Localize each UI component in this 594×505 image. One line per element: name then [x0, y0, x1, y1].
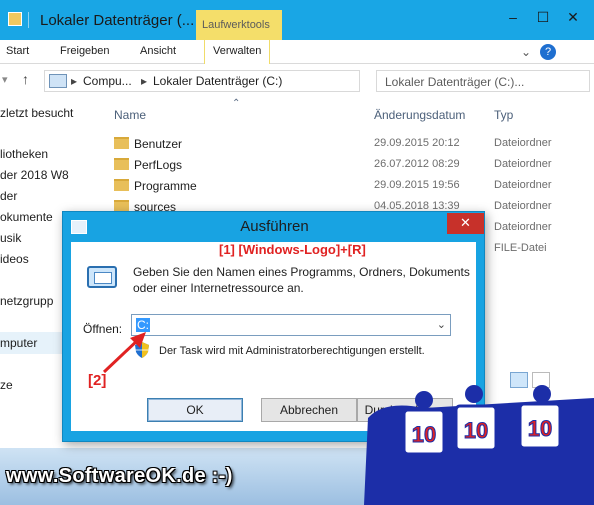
tab-share[interactable]: Freigeben: [60, 45, 110, 57]
chevron-down-icon[interactable]: ⌄: [437, 318, 446, 331]
folder-icon: [114, 158, 129, 170]
folder-icon: [8, 12, 22, 26]
search-placeholder: Lokaler Datenträger (C:)...: [385, 75, 525, 89]
file-date: 29.09.2015 20:12: [374, 137, 460, 149]
nav-item-network[interactable]: ze: [0, 378, 13, 392]
nav-item-pictures[interactable]: der: [0, 189, 17, 203]
ok-button[interactable]: OK: [147, 398, 243, 422]
explorer-titlebar: Lokaler Datenträger (... Laufwerktools ‒…: [0, 0, 594, 40]
column-header-type[interactable]: Typ: [494, 108, 513, 122]
file-type: Dateiordner: [494, 200, 552, 212]
file-name: Programme: [134, 179, 197, 193]
contextual-tab-drive-tools[interactable]: Laufwerktools: [196, 10, 282, 40]
computer-icon: [49, 74, 67, 88]
folder-icon: [114, 137, 129, 149]
mascot-number: 10: [412, 422, 436, 447]
help-icon[interactable]: ?: [540, 44, 556, 60]
file-name: Benutzer: [134, 137, 183, 151]
nav-item-music[interactable]: usik: [0, 231, 21, 245]
file-type: FILE-Datei: [494, 242, 547, 254]
search-input[interactable]: Lokaler Datenträger (C:)...: [376, 70, 590, 92]
watermark: www.SoftwareOK.de :-): [6, 465, 233, 487]
nav-item-computer[interactable]: mputer: [0, 336, 37, 350]
file-name: PerfLogs: [134, 158, 183, 172]
breadcrumb-separator: ▸: [141, 74, 148, 88]
column-header-date[interactable]: Änderungsdatum: [374, 108, 465, 122]
nav-item-folder[interactable]: der 2018 W8: [0, 168, 69, 182]
list-item[interactable]: Programme 29.09.2015 19:56 Dateiordner: [100, 176, 594, 197]
tab-start[interactable]: Start: [6, 45, 29, 57]
address-bar: ▾ ↑ ▸ Compu... ▸ Lokaler Datenträger (C:…: [0, 64, 594, 98]
dropdown-arrow-icon[interactable]: ▾: [2, 73, 8, 86]
close-icon[interactable]: ✕: [560, 6, 586, 28]
annotation-arrow-icon: [102, 332, 146, 374]
list-item[interactable]: Benutzer 29.09.2015 20:12 Dateiordner: [100, 134, 594, 155]
address-box[interactable]: ▸ Compu... ▸ Lokaler Datenträger (C:): [44, 70, 360, 92]
folder-icon: [114, 179, 129, 191]
minimize-button[interactable]: ‒: [500, 6, 526, 28]
mascot-number: 10: [464, 418, 488, 443]
close-icon[interactable]: ✕: [447, 213, 484, 234]
file-type: Dateiordner: [494, 137, 552, 149]
contextual-tab-label: Laufwerktools: [202, 19, 270, 31]
file-type: Dateiordner: [494, 179, 552, 191]
breadcrumb-computer[interactable]: Compu...: [83, 74, 132, 88]
file-type: Dateiordner: [494, 158, 552, 170]
nav-item-homegroup[interactable]: netzgrupp: [0, 294, 53, 308]
admin-note: Der Task wird mit Administratorberechtig…: [159, 345, 425, 357]
nav-item-videos[interactable]: ideos: [0, 252, 29, 266]
tab-manage[interactable]: Verwalten: [204, 40, 271, 64]
breadcrumb-separator: ▸: [71, 74, 78, 88]
run-icon: [87, 266, 117, 288]
window-title: Lokaler Datenträger (...: [40, 12, 195, 29]
breadcrumb-drive[interactable]: Lokaler Datenträger (C:): [153, 74, 282, 88]
run-dialog-title: Ausführen: [240, 218, 309, 235]
file-date: 29.09.2015 19:56: [374, 179, 460, 191]
file-date: 26.07.2012 08:29: [374, 158, 460, 170]
nav-item-documents[interactable]: okumente: [0, 210, 53, 224]
nav-item-recent[interactable]: zletzt besucht: [0, 106, 73, 120]
column-header-name[interactable]: Name: [114, 108, 146, 122]
tab-view[interactable]: Ansicht: [140, 45, 176, 57]
titlebar-separator: [28, 12, 29, 28]
list-item[interactable]: PerfLogs 26.07.2012 08:29 Dateiordner: [100, 155, 594, 176]
mascot-number: 10: [528, 416, 552, 441]
ribbon-tabs: Start Freigeben Ansicht Verwalten ⌄ ?: [0, 40, 594, 64]
sort-arrow-icon: ⌃: [232, 98, 241, 109]
open-combobox[interactable]: C: ⌄: [131, 314, 451, 336]
annotation-step-2: [2]: [88, 372, 107, 389]
maximize-button[interactable]: ☐: [530, 6, 556, 28]
file-type: Dateiordner: [494, 221, 552, 233]
nav-item-libraries[interactable]: liotheken: [0, 147, 48, 161]
chevron-down-icon[interactable]: ⌄: [518, 44, 534, 60]
annotation-step-1: [1] [Windows-Logo]+[R]: [219, 242, 366, 257]
up-arrow-icon[interactable]: ↑: [22, 71, 29, 87]
run-description: Geben Sie den Namen eines Programms, Ord…: [133, 265, 470, 295]
cancel-button[interactable]: Abbrechen: [261, 398, 357, 422]
mascot-group: 10 10 10: [364, 385, 594, 505]
